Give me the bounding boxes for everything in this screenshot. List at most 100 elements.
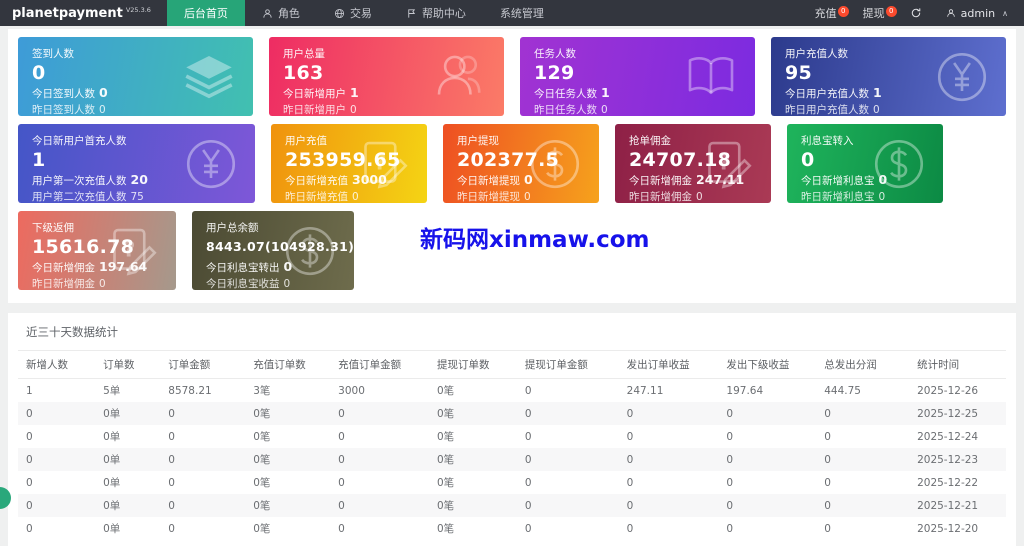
table-cell: 0 (824, 476, 831, 489)
nav-item-label: 系统管理 (499, 7, 544, 20)
table-cell: 0 (824, 407, 831, 420)
table-column-header: 充值订单金额 (330, 350, 429, 379)
card-subline-label: 今日利息宝转出 (206, 262, 280, 274)
card-subline-label: 昨日新增佣金 (629, 191, 692, 203)
stat-cards-section: 签到人数 0 今日签到人数 0 昨日签到人数 0 用户总量 163 今日新增用户 1 昨日新增用户 0… (8, 29, 1016, 303)
table-row: 0 0单 0 0笔 0 0笔 0 0 0 0 2025-12-24 (18, 425, 1006, 448)
table-cell: 0 (26, 476, 33, 489)
table-cell: 0 (824, 430, 831, 443)
nav-item-label: 交易 (349, 7, 372, 20)
table-cell: 8578.21 (168, 384, 212, 397)
table-row: 0 0单 0 0笔 0 0笔 0 0 0 0 2025-12-23 (18, 448, 1006, 471)
flag-icon (406, 8, 417, 19)
card-subline-label: 用户第一次充值人数 (32, 175, 127, 187)
table-cell: 247.11 (626, 384, 664, 397)
nav-item[interactable]: 角色 (245, 0, 317, 26)
stat-card: 抢单佣金 24707.18 今日新增佣金 247.11 昨日新增佣金 0? (615, 124, 771, 203)
form-icon: ? (699, 136, 755, 192)
table-cell: 0笔 (436, 454, 455, 466)
nav-item[interactable]: 帮助中心 (389, 0, 483, 26)
table-cell: 2025-12-22 (917, 476, 979, 489)
table-cell: 0单 (103, 454, 121, 466)
table-cell: 5单 (103, 385, 121, 397)
card-row: 签到人数 0 今日签到人数 0 昨日签到人数 0 用户总量 163 今日新增用户 1 昨日新增用户 0… (18, 37, 1006, 116)
table-cell: 0 (168, 453, 175, 466)
table-cell: 0 (726, 407, 734, 420)
main-nav: 后台首页 角色 交易 帮助中心 系统管理 (166, 0, 561, 26)
table-cell: 0 (524, 522, 532, 535)
table-column-header: 提现订单数 (428, 350, 517, 379)
user-icon (946, 9, 955, 17)
table-cell: 0 (168, 430, 175, 443)
table-cell: 0 (726, 522, 734, 535)
table-cell: 0 (168, 499, 175, 512)
nav-item-label: 帮助中心 (421, 7, 466, 20)
table-cell: 0笔 (436, 500, 455, 512)
table-cell: 2025-12-21 (917, 499, 979, 512)
stat-card: 下级返佣 15616.78 今日新增佣金 197.64 昨日新增佣金 0? (18, 211, 176, 290)
table-cell: 0 (726, 430, 734, 443)
table-cell: 0笔 (253, 523, 271, 535)
yen-icon (934, 49, 990, 105)
app-logo: planetpayment V25.3.6 (0, 0, 167, 26)
card-subline-value: 0 (696, 191, 703, 203)
table-cell: 2025-12-25 (917, 407, 979, 420)
card-subline-value: 0 (283, 278, 291, 290)
user-menu[interactable]: admin ∧ (934, 7, 1024, 20)
table-cell: 0 (338, 407, 345, 420)
card-subline-label: 昨日新增利息宝 (801, 191, 875, 203)
table-column-header: 新增人数 (18, 350, 96, 379)
table-row: 0 0单 0 0笔 0 0笔 0 0 0 0 2025-12-22 (18, 471, 1006, 494)
table-cell: 0 (338, 476, 345, 489)
card-subline-label: 今日任务人数 (534, 88, 597, 100)
withdraw-button[interactable]: 提现 0 (850, 5, 898, 21)
card-subline-value: 0 (601, 104, 608, 116)
table-cell: 0笔 (436, 523, 455, 535)
table-cell: 0单 (103, 523, 121, 535)
table-cell: 2025-12-20 (917, 522, 979, 535)
table-cell: 0 (26, 453, 33, 466)
table-cell: 0 (524, 384, 532, 397)
table-cell: 0 (168, 522, 175, 535)
table-cell: 197.64 (726, 384, 764, 397)
card-subline-label: 今日利息宝收益 (206, 278, 280, 290)
stat-card: 用户提现 202377.5 今日新增提现 0 昨日新增提现 0 (443, 124, 599, 203)
recharge-button[interactable]: 充值 0 (802, 5, 850, 21)
card-subline-value: 0 (99, 85, 108, 100)
table-cell: 2025-12-24 (917, 430, 979, 443)
card-subline-label: 昨日新增充值 (285, 191, 348, 203)
table-cell: 0单 (103, 500, 121, 512)
chevron-up-icon: ∧ (1002, 8, 1008, 18)
stat-card: 用户总量 163 今日新增用户 1 昨日新增用户 0 (269, 37, 504, 116)
card-subline-value: 0 (524, 191, 531, 203)
recharge-label: 充值 (814, 7, 837, 20)
card-subline-value: 0 (878, 191, 886, 203)
card-subline-value: 0 (350, 104, 357, 116)
nav-item[interactable]: 交易 (317, 0, 389, 26)
dollar-icon (282, 223, 338, 279)
refresh-icon[interactable] (898, 7, 934, 19)
table-cell: 0 (726, 453, 734, 466)
users-icon (432, 49, 488, 105)
stat-card: 今日新用户首充人数 1 用户第一次充值人数 20 用户第二次充值人数 75 (18, 124, 255, 203)
stat-card: 任务人数 129 今日任务人数 1 昨日任务人数 0 (520, 37, 755, 116)
card-subline-value: 0 (99, 278, 106, 290)
table-cell: 3000 (338, 384, 365, 397)
card-subline-label: 今日签到人数 (32, 88, 95, 100)
table-row: 0 0单 0 0笔 0 0笔 0 0 0 0 2025-12-20 (18, 517, 1006, 540)
nav-item[interactable]: 后台首页 (166, 0, 245, 26)
table-cell: 0笔 (436, 477, 455, 489)
table-column-header: 总发出分润 (816, 350, 910, 379)
card-subline-value: 75 (130, 191, 144, 203)
table-cell: 2025-12-26 (917, 384, 979, 397)
table-column-header: 提现订单金额 (516, 350, 619, 379)
layers-icon (181, 49, 237, 105)
stat-card: 用户总余额 8443.07(104928.31) 今日利息宝转出 0 今日利息宝收益 0 (192, 211, 354, 290)
table-cell: 1 (26, 384, 33, 397)
card-subline-label: 今日新增佣金 (32, 262, 95, 274)
app-title: planetpayment (12, 5, 123, 21)
nav-item[interactable]: 系统管理 (483, 0, 561, 26)
table-column-header: 充值订单数 (245, 350, 331, 379)
card-subline-label: 今日新增佣金 (629, 175, 692, 187)
table-body: 1 5单 8578.21 3笔 3000 0笔 0 247.11 197.64 444.75 202… (18, 379, 1006, 541)
